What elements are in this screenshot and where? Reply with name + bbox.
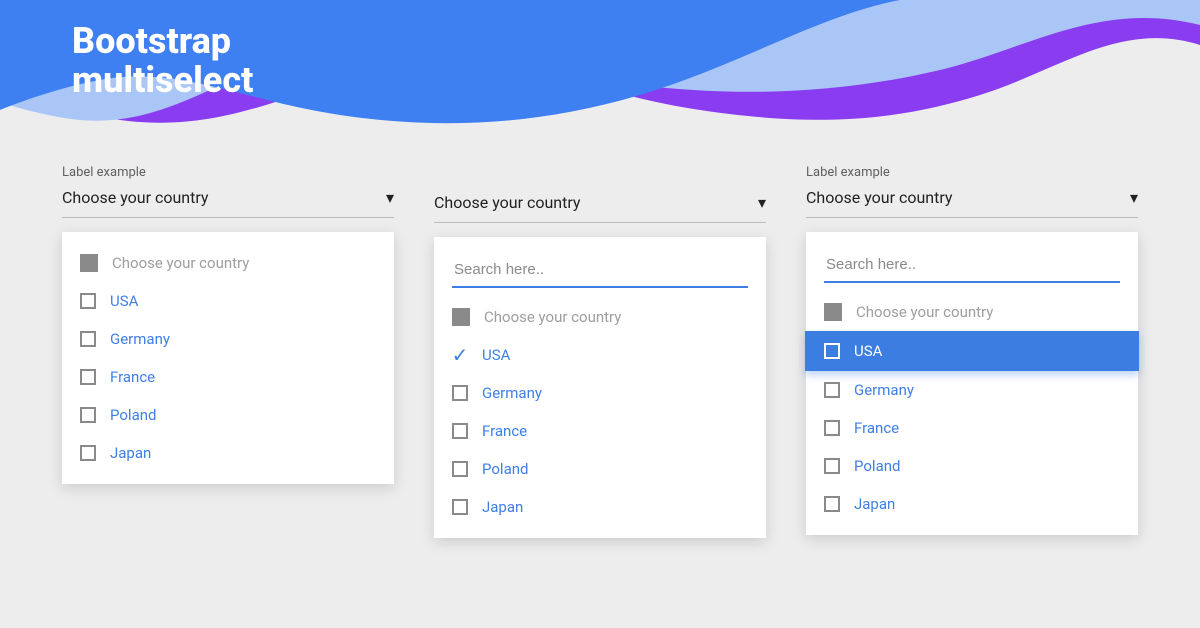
option-placeholder[interactable]: Choose your country [806, 293, 1138, 331]
select-value: Choose your country [806, 188, 953, 207]
option-poland[interactable]: Poland [62, 396, 394, 434]
option-poland[interactable]: Poland [806, 447, 1138, 485]
checkbox-icon [824, 496, 840, 512]
option-label: Poland [482, 460, 528, 478]
option-placeholder[interactable]: Choose your country [62, 244, 394, 282]
field-label: Label example [62, 165, 394, 180]
search-input[interactable] [452, 253, 748, 288]
option-france[interactable]: France [62, 358, 394, 396]
option-usa[interactable]: ✓ USA [434, 336, 766, 374]
checkbox-icon [824, 343, 840, 359]
option-label: Germany [110, 330, 170, 348]
option-placeholder[interactable]: Choose your country [434, 298, 766, 336]
field-label: Label example [806, 165, 1138, 180]
checkbox-icon [824, 420, 840, 436]
option-france[interactable]: France [806, 409, 1138, 447]
option-label: Japan [110, 444, 151, 462]
checkbox-icon [80, 407, 96, 423]
checkbox-icon [80, 369, 96, 385]
checkbox-icon [452, 461, 468, 477]
multiselect-example-1: Label example Choose your country ▾ Choo… [62, 165, 394, 538]
option-usa[interactable]: USA [62, 282, 394, 320]
checkbox-icon [452, 385, 468, 401]
chevron-down-icon: ▾ [758, 193, 766, 212]
option-japan[interactable]: Japan [62, 434, 394, 472]
select-value: Choose your country [62, 188, 209, 207]
select-toggle[interactable]: Choose your country ▾ [62, 188, 394, 218]
option-label: Choose your country [856, 303, 993, 321]
checkbox-icon [452, 499, 468, 515]
select-toggle[interactable]: Choose your country ▾ [806, 188, 1138, 218]
option-label: USA [854, 342, 882, 360]
option-label: USA [110, 292, 138, 310]
checkbox-icon [824, 458, 840, 474]
option-germany[interactable]: Germany [806, 371, 1138, 409]
title-line-2: multiselect [72, 61, 253, 100]
option-label: Germany [482, 384, 542, 402]
option-label: Choose your country [112, 254, 249, 272]
checkbox-icon [80, 293, 96, 309]
multiselect-example-2: Choose your country ▾ Choose your countr… [434, 165, 766, 538]
chevron-down-icon: ▾ [386, 188, 394, 207]
option-label: Japan [854, 495, 895, 513]
checkbox-icon [452, 423, 468, 439]
select-value: Choose your country [434, 193, 581, 212]
dropdown-panel: Choose your country USA Germany France P… [62, 232, 394, 484]
checkbox-icon [80, 445, 96, 461]
option-germany[interactable]: Germany [434, 374, 766, 412]
select-all-icon [80, 254, 98, 272]
checkmark-icon: ✓ [452, 347, 468, 363]
option-label: Germany [854, 381, 914, 399]
option-usa[interactable]: USA [805, 331, 1139, 371]
option-label: Japan [482, 498, 523, 516]
option-label: USA [482, 346, 510, 364]
dropdown-panel: Choose your country USA Germany France P… [806, 232, 1138, 535]
option-label: Poland [854, 457, 900, 475]
select-toggle[interactable]: Choose your country ▾ [434, 193, 766, 223]
title-line-1: Bootstrap [72, 22, 253, 61]
option-label: France [482, 422, 527, 440]
option-japan[interactable]: Japan [434, 488, 766, 526]
checkbox-icon [80, 331, 96, 347]
search-input[interactable] [824, 248, 1120, 283]
option-label: Poland [110, 406, 156, 424]
option-label: France [110, 368, 155, 386]
option-japan[interactable]: Japan [806, 485, 1138, 523]
dropdown-panel: Choose your country ✓ USA Germany France… [434, 237, 766, 538]
checkbox-icon [824, 382, 840, 398]
select-all-icon [452, 308, 470, 326]
option-poland[interactable]: Poland [434, 450, 766, 488]
option-label: France [854, 419, 899, 437]
page-title: Bootstrap multiselect [72, 22, 253, 100]
chevron-down-icon: ▾ [1130, 188, 1138, 207]
multiselect-example-3: Label example Choose your country ▾ Choo… [806, 165, 1138, 538]
option-label: Choose your country [484, 308, 621, 326]
option-france[interactable]: France [434, 412, 766, 450]
option-germany[interactable]: Germany [62, 320, 394, 358]
select-all-icon [824, 303, 842, 321]
